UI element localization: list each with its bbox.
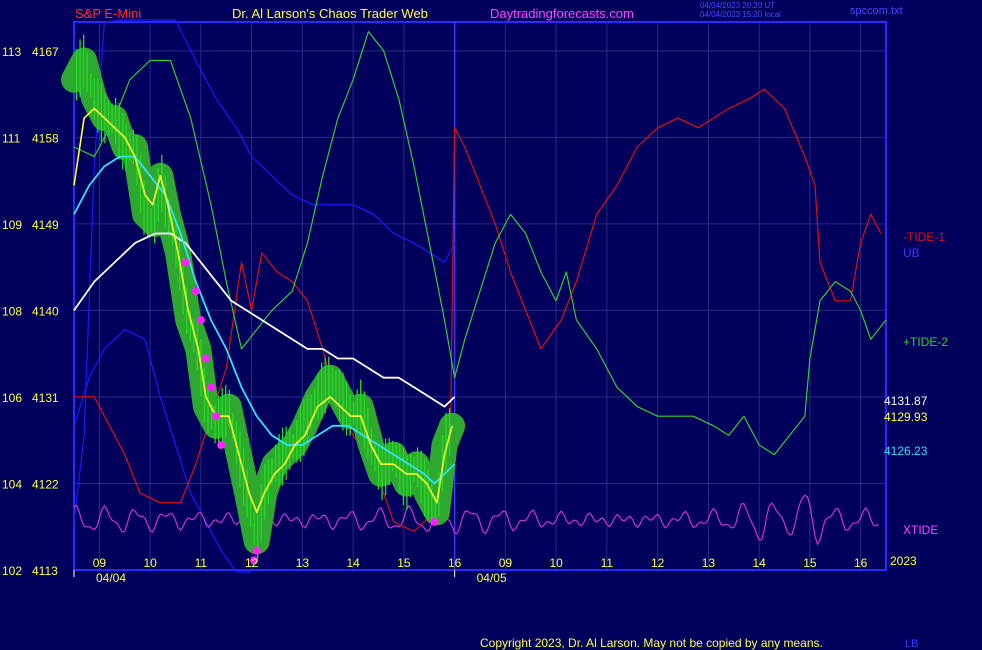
y-tick-code: 113 xyxy=(2,45,21,59)
author-title: Dr. Al Larson's Chaos Trader Web xyxy=(232,6,428,21)
y-tick-price: 4131 xyxy=(32,391,59,405)
signal-dot xyxy=(201,354,210,363)
x-tick-hour: 13 xyxy=(702,556,716,570)
timestamp-utc: 04/04/2023 20:20 UT xyxy=(700,1,776,10)
x-tick-hour: 12 xyxy=(245,556,259,570)
signal-dot xyxy=(191,287,200,296)
x-tick-hour: 16 xyxy=(854,556,868,570)
label-tide2: +TIDE-2 xyxy=(903,335,949,349)
signal-dot xyxy=(207,383,216,392)
y-tick-price: 4149 xyxy=(32,218,59,232)
chart-canvas: 113 4167 111 4158 109 4149 108 4140 106 4131 104 41… xyxy=(2,19,887,585)
x-tick-hour: 15 xyxy=(397,556,411,570)
copyright-notice: Copyright 2023, Dr. Al Larson. May not b… xyxy=(480,636,823,650)
y-tick-code: 109 xyxy=(2,218,22,232)
xtide-line xyxy=(73,494,879,546)
x-tick-hour: 14 xyxy=(752,556,766,570)
signal-dot xyxy=(196,316,205,325)
x-date-label: 04/04 xyxy=(96,571,126,585)
x-tick-hour: 11 xyxy=(195,556,208,570)
y-tick-code: 106 xyxy=(2,391,22,405)
lb-label: LB xyxy=(905,638,919,650)
x-tick-hour: 16 xyxy=(448,556,462,570)
y-tick-code: 104 xyxy=(2,477,22,491)
y-tick-price: 4140 xyxy=(32,304,59,318)
file-name: spccom.txt xyxy=(850,5,903,17)
chart-title: S&P E-Mini xyxy=(75,6,142,21)
x-tick-hour: 12 xyxy=(651,556,665,570)
label-ub: UB xyxy=(903,246,920,260)
timestamp-local: 04/04/2023 15:20 local xyxy=(700,10,781,19)
price-label-1: 4131.87 xyxy=(884,394,928,408)
y-tick-code: 108 xyxy=(2,304,22,318)
x-tick-hour: 10 xyxy=(549,556,563,570)
x-tick-hour: 11 xyxy=(601,556,614,570)
x-tick-hour: 15 xyxy=(803,556,817,570)
x-tick-hour: 09 xyxy=(499,556,513,570)
label-xtide: XTIDE xyxy=(903,523,939,537)
x-tick-hour: 13 xyxy=(296,556,310,570)
y-tick-code: 102 xyxy=(2,564,22,578)
x-tick-hour: 09 xyxy=(93,556,107,570)
signal-dot xyxy=(212,412,221,421)
year-label: 2023 xyxy=(890,554,917,568)
y-tick-price: 4158 xyxy=(32,131,59,145)
signal-dot xyxy=(217,441,226,450)
price-label-3: 4126.23 xyxy=(884,444,928,458)
y-tick-price: 4167 xyxy=(32,45,59,59)
label-tide1: -TIDE-1 xyxy=(903,230,945,244)
y-tick-code: 111 xyxy=(2,131,21,145)
y-tick-price: 4113 xyxy=(32,564,58,578)
x-tick-hour: 10 xyxy=(143,556,157,570)
signal-dot xyxy=(430,517,439,526)
signal-dot xyxy=(181,258,190,267)
y-tick-price: 4122 xyxy=(32,477,59,491)
site-name: Daytradingforecasts.com xyxy=(490,6,634,21)
signal-dot xyxy=(252,546,261,555)
x-tick-hour: 14 xyxy=(346,556,360,570)
x-date-label: 04/05 xyxy=(477,571,507,585)
price-label-2: 4129.93 xyxy=(884,410,928,424)
